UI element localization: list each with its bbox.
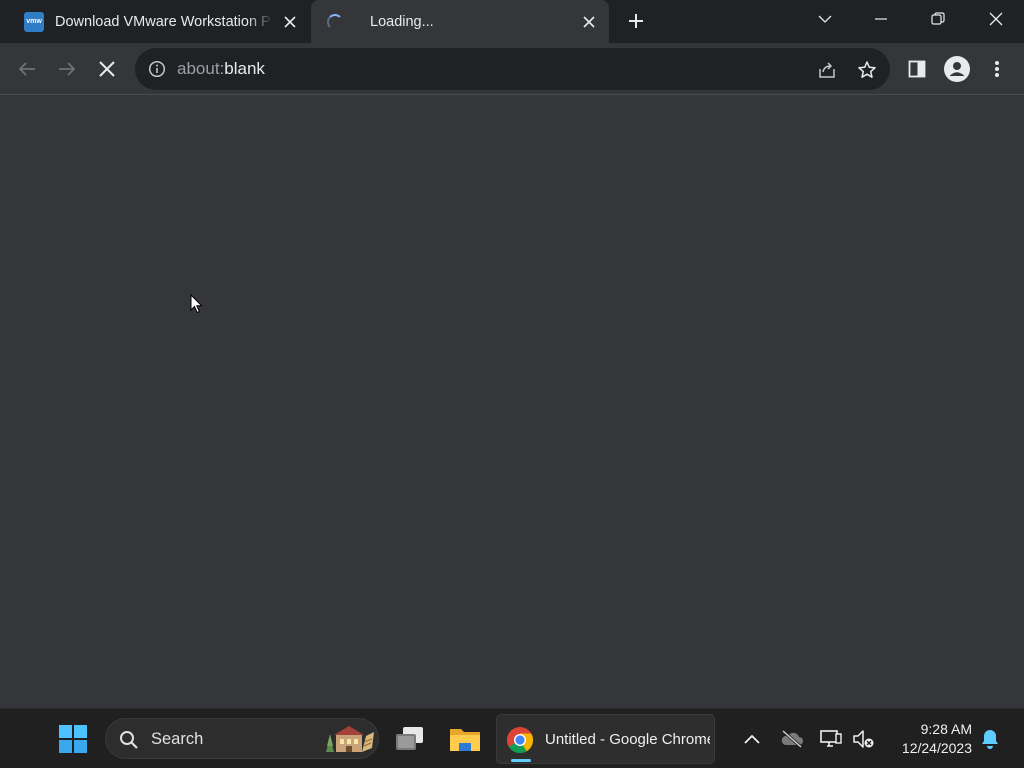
stop-x-icon <box>99 61 115 77</box>
tab-title: Download VMware Workstation P <box>55 13 271 30</box>
back-button[interactable] <box>13 55 41 83</box>
clock-time: 9:28 AM <box>920 721 972 737</box>
search-highlight-icon <box>318 722 376 756</box>
tab-loading[interactable]: Loading... <box>311 0 609 43</box>
plus-icon <box>629 14 643 28</box>
info-icon[interactable] <box>148 60 166 78</box>
tab-search-button[interactable] <box>810 4 840 34</box>
chrome-window-title: Untitled - Google Chrome <box>545 731 710 748</box>
search-label: Search <box>151 730 204 748</box>
tab-vmware-download[interactable]: vmw Download VMware Workstation P <box>14 0 310 43</box>
close-window-button[interactable] <box>981 4 1011 34</box>
url-scheme: about: <box>177 59 225 78</box>
minimize-button[interactable] <box>866 4 896 34</box>
windows-taskbar: Search Untitled - Google Chrome 9:28 AM … <box>0 708 1024 768</box>
chrome-menu-button[interactable] <box>983 55 1011 83</box>
restore-button[interactable] <box>923 4 953 34</box>
url-host: blank <box>224 59 265 78</box>
tab-strip: vmw Download VMware Workstation P Loadin… <box>0 0 1024 43</box>
forward-button[interactable] <box>53 55 81 83</box>
network-icon[interactable] <box>818 726 844 752</box>
kebab-menu-icon <box>995 61 999 77</box>
profile-button[interactable] <box>943 55 971 83</box>
show-hidden-icons-chevron[interactable] <box>740 727 764 751</box>
side-panel-icon <box>908 60 926 78</box>
arrow-left-icon <box>18 62 35 76</box>
tab-close-icon[interactable] <box>280 12 300 32</box>
arrow-right-icon <box>59 62 76 76</box>
loading-spinner-icon <box>327 13 343 30</box>
browser-toolbar: about:blank <box>0 43 1024 95</box>
bookmark-star-icon[interactable] <box>856 59 878 81</box>
tab-close-icon[interactable] <box>579 12 599 32</box>
close-icon <box>989 12 1003 26</box>
minimize-icon <box>875 18 887 20</box>
onedrive-offline-icon[interactable] <box>779 726 805 752</box>
profile-avatar-icon <box>944 56 970 82</box>
volume-muted-icon[interactable] <box>851 726 877 752</box>
task-view-icon[interactable] <box>393 722 427 756</box>
share-icon[interactable] <box>816 59 838 81</box>
side-panel-button[interactable] <box>903 55 931 83</box>
tab-title: Loading... <box>370 13 434 30</box>
clock-date: 12/24/2023 <box>901 740 972 756</box>
active-app-indicator <box>511 759 531 762</box>
taskbar-chrome-button[interactable]: Untitled - Google Chrome <box>496 714 715 764</box>
windows-start-icon[interactable] <box>56 722 90 756</box>
system-clock[interactable]: 9:28 AM 12/24/2023 <box>888 720 972 758</box>
chevron-down-icon <box>818 15 832 23</box>
address-bar[interactable]: about:blank <box>135 48 890 90</box>
mouse-cursor-icon <box>190 294 203 314</box>
file-explorer-icon[interactable] <box>447 722 483 756</box>
stop-loading-button[interactable] <box>93 55 121 83</box>
url-text[interactable]: about:blank <box>177 59 265 79</box>
restore-icon <box>931 12 945 25</box>
chrome-icon <box>505 725 535 755</box>
vmware-favicon-icon: vmw <box>24 11 44 32</box>
taskbar-search-box[interactable]: Search <box>105 718 379 759</box>
notification-bell-icon[interactable] <box>978 726 1002 752</box>
page-content-area[interactable] <box>0 96 1024 708</box>
new-tab-button[interactable] <box>624 9 648 33</box>
search-icon <box>118 729 140 751</box>
